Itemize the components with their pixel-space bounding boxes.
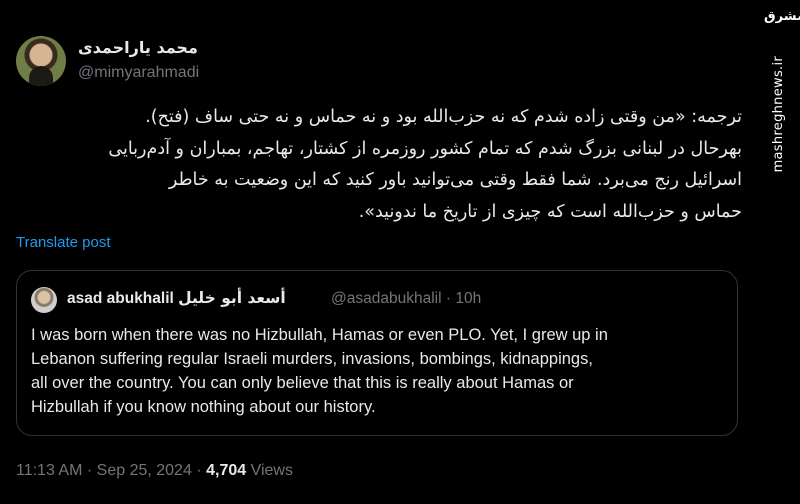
quoted-post-meta: @asadabukhalil · 10h (331, 290, 481, 308)
post-date[interactable]: Sep 25, 2024 (97, 462, 192, 479)
post-footer: 11:13 AM · Sep 25, 2024 · 4,704 Views (16, 462, 293, 480)
post-text-line: بهرحال در لبنانی بزرگ شدم که تمام کشور ر… (108, 138, 742, 159)
watermark: مشرق mashreghnews.ir (756, 0, 800, 504)
quoted-author-handle[interactable]: @asadabukhalil (331, 290, 442, 307)
quoted-text-line: I was born when there was no Hizbullah, … (31, 326, 608, 344)
views-label: Views (250, 462, 293, 479)
views-count: 4,704 (206, 462, 247, 479)
quoted-post-header: asad abukhalil أسعد أبو خليل @asadabukha… (31, 287, 721, 313)
quoted-author-avatar[interactable] (31, 287, 57, 313)
watermark-logo: مشرق (764, 9, 800, 24)
quoted-text-line: all over the country. You can only belie… (31, 374, 574, 392)
quoted-meta-separator: · (445, 290, 452, 307)
author-avatar[interactable] (16, 36, 66, 86)
footer-separator: · (86, 462, 93, 479)
quoted-text-line: Lebanon suffering regular Israeli murder… (31, 350, 593, 368)
quoted-text-line: Hizbullah if you know nothing about our … (31, 398, 376, 416)
author-handle[interactable]: @mimyarahmadi (78, 64, 199, 82)
quoted-post-age[interactable]: 10h (455, 290, 481, 307)
quoted-author-name-latin: asad abukhalil (67, 290, 174, 307)
post-text-line: حماس و حزب‌الله است که چیزی از تاریخ ما … (358, 201, 742, 222)
translate-post-link[interactable]: Translate post (16, 234, 111, 251)
author-display-name[interactable]: محمد یاراحمدی (78, 38, 198, 57)
quoted-post-text: I was born when there was no Hizbullah, … (31, 323, 731, 419)
post-header: محمد یاراحمدی @mimyarahmadi (16, 36, 616, 88)
footer-separator: · (196, 462, 202, 479)
quoted-post-card[interactable]: asad abukhalil أسعد أبو خليل @asadabukha… (16, 270, 738, 436)
post-text: ترجمه: «من وقتی زاده شدم که نه حزب‌الله … (14, 102, 742, 228)
post-text-line: اسرائیل رنج می‌برد. شما فقط وقتی می‌توان… (168, 170, 742, 190)
quoted-author-name-arabic: أسعد أبو خليل (178, 289, 286, 307)
post-text-line: ترجمه: «من وقتی زاده شدم که نه حزب‌الله … (145, 107, 742, 127)
watermark-site-text: mashreghnews.ir (771, 56, 786, 173)
post-time[interactable]: 11:13 AM (16, 462, 82, 479)
quoted-author-name[interactable]: asad abukhalil أسعد أبو خليل (67, 289, 286, 308)
